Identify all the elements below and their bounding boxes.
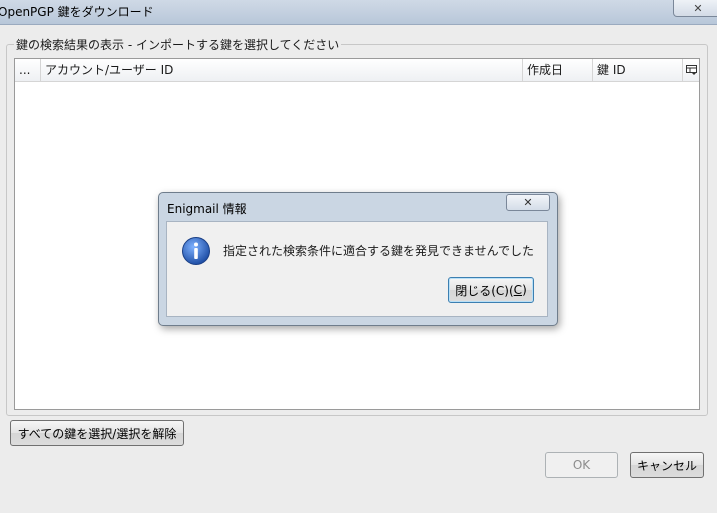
column-header-created[interactable]: 作成日	[523, 59, 593, 81]
info-icon	[182, 237, 210, 265]
close-icon: ✕	[693, 1, 703, 15]
info-dialog: Enigmail 情報 ✕ 指定された検索条件に適合する鍵を発見できませんでした…	[158, 192, 558, 326]
dialog-body: 指定された検索条件に適合する鍵を発見できませんでした 閉じる(C)(C)	[166, 221, 548, 317]
dialog-close-button[interactable]: ✕	[506, 194, 550, 211]
close-icon: ✕	[523, 196, 533, 209]
column-header-checkbox[interactable]: ...	[15, 59, 41, 81]
window-close-button[interactable]: ✕	[673, 0, 717, 17]
title-bar: OpenPGP 鍵をダウンロード ✕	[0, 0, 717, 25]
column-header-user-id[interactable]: アカウント/ユーザー ID	[41, 59, 523, 81]
select-all-keys-button[interactable]: すべての鍵を選択/選択を解除	[10, 420, 184, 446]
dialog-title: Enigmail 情報	[167, 202, 247, 216]
dialog-close-label-prefix: 閉じる(C)(	[455, 283, 514, 298]
column-header-key-id[interactable]: 鍵 ID	[593, 59, 683, 81]
column-picker-icon[interactable]	[683, 59, 699, 81]
list-header: ... アカウント/ユーザー ID 作成日 鍵 ID	[15, 59, 699, 82]
ok-button[interactable]: OK	[545, 452, 618, 478]
cancel-button[interactable]: キャンセル	[630, 452, 704, 478]
window-title: OpenPGP 鍵をダウンロード	[0, 5, 154, 19]
dialog-close-accesskey: C	[513, 283, 523, 297]
dialog-message: 指定された検索条件に適合する鍵を発見できませんでした	[223, 244, 535, 258]
dialog-close-action-button[interactable]: 閉じる(C)(C)	[448, 277, 534, 303]
dialog-close-label-suffix: )	[522, 283, 527, 297]
results-group-label: 鍵の検索結果の表示 - インポートする鍵を選択してください	[14, 36, 342, 53]
